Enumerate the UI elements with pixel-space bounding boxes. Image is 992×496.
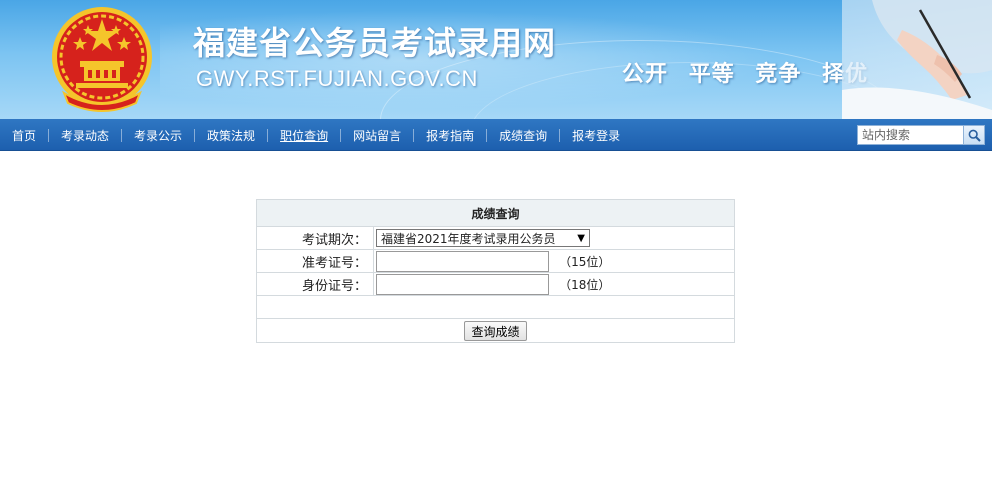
site-banner: 福建省公务员考试录用网 GWY.RST.FUJIAN.GOV.CN 公开 平等 … [0,0,992,119]
score-query-form: 成绩查询 考试期次： 福建省2021年度考试录用公务员 ▼ 准考证号： （15位… [256,199,735,343]
exam-session-selected: 福建省2021年度考试录用公务员 [381,231,556,246]
national-emblem-icon [52,7,152,112]
ticket-number-input[interactable] [376,250,549,272]
slogan-word: 平等 [688,62,735,87]
ticket-number-hint: （15位） [559,254,611,269]
slogan-word: 竞争 [755,62,802,87]
search-icon [968,129,981,142]
main-nav: 首页 考录动态 考录公示 政策法规 职位查询 网站留言 报考指南 成绩查询 报考… [0,119,992,151]
nav-menu: 首页 考录动态 考录公示 政策法规 职位查询 网站留言 报考指南 成绩查询 报考… [0,119,632,151]
nav-item-guide[interactable]: 报考指南 [414,127,486,144]
nav-item-exam-news[interactable]: 考录动态 [49,127,121,144]
site-search [857,125,985,145]
nav-item-exam-notice[interactable]: 考录公示 [122,127,194,144]
site-domain: GWY.RST.FUJIAN.GOV.CN [196,66,478,91]
id-number-label: 身份证号： [256,272,374,296]
score-query-table: 成绩查询 考试期次： 福建省2021年度考试录用公务员 ▼ 准考证号： （15位… [256,199,735,343]
nav-item-login[interactable]: 报考登录 [560,127,632,144]
exam-session-select[interactable]: 福建省2021年度考试录用公务员 ▼ [376,229,590,247]
dropdown-arrow-icon: ▼ [577,232,585,244]
nav-item-policies[interactable]: 政策法规 [195,127,267,144]
slogan-word: 公开 [622,62,669,87]
query-score-button[interactable]: 查询成绩 [464,320,527,341]
search-button[interactable] [964,125,985,145]
nav-item-score-query[interactable]: 成绩查询 [487,127,559,144]
form-title: 成绩查询 [256,199,735,227]
ticket-number-label: 准考证号： [256,249,374,273]
nav-item-guestbook[interactable]: 网站留言 [341,127,413,144]
exam-session-label: 考试期次： [256,226,374,250]
nav-item-home[interactable]: 首页 [0,127,48,144]
nav-item-position-query[interactable]: 职位查询 [268,127,340,144]
site-title: 福建省公务员考试录用网 [193,24,557,62]
search-input[interactable] [857,125,964,145]
writing-hand-image [842,0,992,119]
id-number-hint: （18位） [559,277,611,292]
blank-row [256,295,735,319]
id-number-input[interactable] [376,273,549,295]
